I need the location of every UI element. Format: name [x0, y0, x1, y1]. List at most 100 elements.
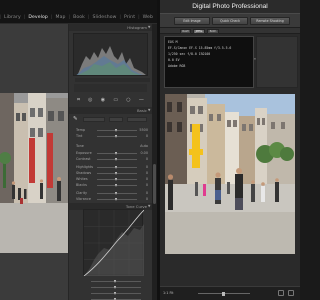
- slider-knob[interactable]: [222, 291, 225, 296]
- histogram-graph: [76, 46, 146, 75]
- row-value-clarity[interactable]: 0: [146, 191, 148, 195]
- tone-curve-editor[interactable]: [83, 209, 145, 277]
- module-print[interactable]: Print: [124, 15, 135, 20]
- row-label-clarity: Clarity: [76, 191, 88, 195]
- radial-filter-icon[interactable]: ○: [126, 96, 130, 104]
- tab-both[interactable]: Both: [207, 29, 219, 34]
- slider-knob[interactable]: [115, 191, 118, 195]
- slider-knob[interactable]: [115, 197, 118, 201]
- row-label-highlights: Highlights: [76, 165, 94, 169]
- spot-removal-icon[interactable]: ◎: [88, 96, 92, 104]
- highlights-slider[interactable]: [97, 165, 137, 169]
- slider-knob[interactable]: [115, 171, 118, 175]
- curve-lights-slider[interactable]: [91, 285, 141, 289]
- slider-knob[interactable]: [114, 279, 117, 283]
- info-colorspace: Adobe RGB: [168, 64, 186, 68]
- whites-slider[interactable]: [97, 177, 137, 181]
- module-slideshow[interactable]: Slideshow: [92, 15, 116, 20]
- shadows-slider[interactable]: [97, 171, 137, 175]
- exposure-slider[interactable]: [97, 151, 137, 155]
- collapse-triangle-icon[interactable]: ▼: [148, 24, 151, 31]
- adjustment-brush-icon[interactable]: —: [139, 96, 144, 104]
- canvas-background-bottom: [0, 253, 68, 300]
- slider-knob[interactable]: [115, 177, 118, 181]
- histogram-panel-header[interactable]: Histogram ▼: [69, 24, 152, 31]
- row-value-vibrance[interactable]: 0: [146, 197, 148, 201]
- module-web[interactable]: Web: [143, 15, 153, 20]
- original-photo-bar: [74, 84, 147, 92]
- row-value-tone[interactable]: Auto: [140, 144, 148, 148]
- collapse-triangle-icon[interactable]: ▼: [148, 203, 151, 210]
- street-photo-right: [165, 94, 295, 254]
- row-value-whites[interactable]: 0: [146, 177, 148, 181]
- module-map[interactable]: Map: [56, 15, 66, 20]
- slider-knob[interactable]: [114, 285, 117, 289]
- slider-knob[interactable]: [115, 165, 118, 169]
- row-label-vibrance: Vibrance: [76, 197, 91, 201]
- tab-jpeg[interactable]: JPEG: [193, 29, 205, 34]
- row-label-exposure: Exposure: [76, 151, 92, 155]
- row-value-exposure[interactable]: 0.00: [140, 151, 148, 155]
- quick-check-button[interactable]: Quick Check: [212, 17, 248, 25]
- grid-view-icon[interactable]: [278, 290, 284, 296]
- dpp-toolbar: Edit Image Quick Check Remote Shooting: [160, 13, 300, 28]
- tone-curve-graph: [83, 209, 145, 277]
- edit-image-button[interactable]: Edit Image: [174, 17, 210, 25]
- preview-photo[interactable]: [165, 94, 295, 254]
- slider-knob[interactable]: [114, 291, 117, 295]
- treatment-bw-button[interactable]: [109, 117, 123, 122]
- row-value-temp[interactable]: 5500: [139, 128, 148, 132]
- dpp-empty-area: [160, 254, 300, 286]
- zoom-level[interactable]: 1:1 Fit: [163, 291, 174, 295]
- row-label-blacks: Blacks: [76, 183, 87, 187]
- wb-dropdown[interactable]: [127, 117, 147, 122]
- white-balance-eyedropper-icon[interactable]: ✎: [73, 116, 78, 122]
- slider-knob[interactable]: [115, 157, 118, 161]
- clarity-slider[interactable]: [97, 191, 137, 195]
- row-value-contrast[interactable]: 0: [146, 157, 148, 161]
- shooting-info-panel: EOS M EF-S/Canon EF-S 15-85mm f/3.5-5.6 …: [164, 36, 254, 88]
- crop-icon[interactable]: ⌗: [77, 96, 80, 104]
- slider-knob[interactable]: [115, 128, 118, 132]
- fullscreen-icon[interactable]: [288, 290, 294, 296]
- module-develop[interactable]: Develop: [28, 15, 48, 20]
- row-value-blacks[interactable]: 0: [146, 183, 148, 187]
- row-value-highlights[interactable]: 0: [146, 165, 148, 169]
- window-title: Digital Photo Professional: [160, 0, 300, 13]
- street-photo-left: [0, 93, 68, 253]
- zoom-slider[interactable]: [198, 291, 250, 296]
- module-book[interactable]: Book: [73, 15, 85, 20]
- vibrance-slider[interactable]: [97, 197, 137, 201]
- slider-knob[interactable]: [115, 183, 118, 187]
- treatment-color-button[interactable]: [83, 117, 105, 122]
- row-label-temp: Temp: [76, 128, 86, 132]
- row-value-tint[interactable]: 0: [146, 134, 148, 138]
- module-library[interactable]: Library: [4, 15, 21, 20]
- histogram: [73, 33, 148, 76]
- tab-raw[interactable]: RAW: [180, 29, 191, 34]
- scrollbar-thumb[interactable]: [153, 164, 156, 204]
- basic-panel-header[interactable]: Basic ▼: [69, 107, 152, 114]
- remote-shooting-button[interactable]: Remote Shooting: [250, 17, 290, 25]
- info-camera: EOS M: [168, 40, 178, 44]
- tint-slider[interactable]: [97, 134, 137, 138]
- develop-photo[interactable]: [0, 93, 68, 253]
- temp-slider[interactable]: [97, 128, 137, 132]
- red-eye-icon[interactable]: ◉: [101, 96, 105, 104]
- collapse-triangle-icon[interactable]: ▼: [148, 107, 151, 114]
- graduated-filter-icon[interactable]: ▭: [113, 96, 118, 104]
- row-value-shadows[interactable]: 0: [146, 171, 148, 175]
- slider-knob[interactable]: [115, 134, 118, 138]
- row-label-tone: Tone: [76, 144, 84, 148]
- curve-highlights-slider[interactable]: [91, 279, 141, 283]
- slider-knob[interactable]: [115, 151, 118, 155]
- info-exposure: 1/250 sec f/8.0 ISO100: [168, 52, 211, 56]
- dpp-side-panel: [256, 36, 298, 88]
- develop-right-panel: Histogram ▼ ⌗ ◎ ◉ ▭ ○ — Basic ▼ ✎ Temp 5…: [69, 24, 152, 300]
- curve-darks-slider[interactable]: [91, 291, 141, 295]
- row-label-tint: Tint: [76, 134, 83, 138]
- row-label-shadows: Shadows: [76, 171, 92, 175]
- tool-strip: ⌗ ◎ ◉ ▭ ○ —: [73, 96, 148, 104]
- blacks-slider[interactable]: [97, 183, 137, 187]
- contrast-slider[interactable]: [97, 157, 137, 161]
